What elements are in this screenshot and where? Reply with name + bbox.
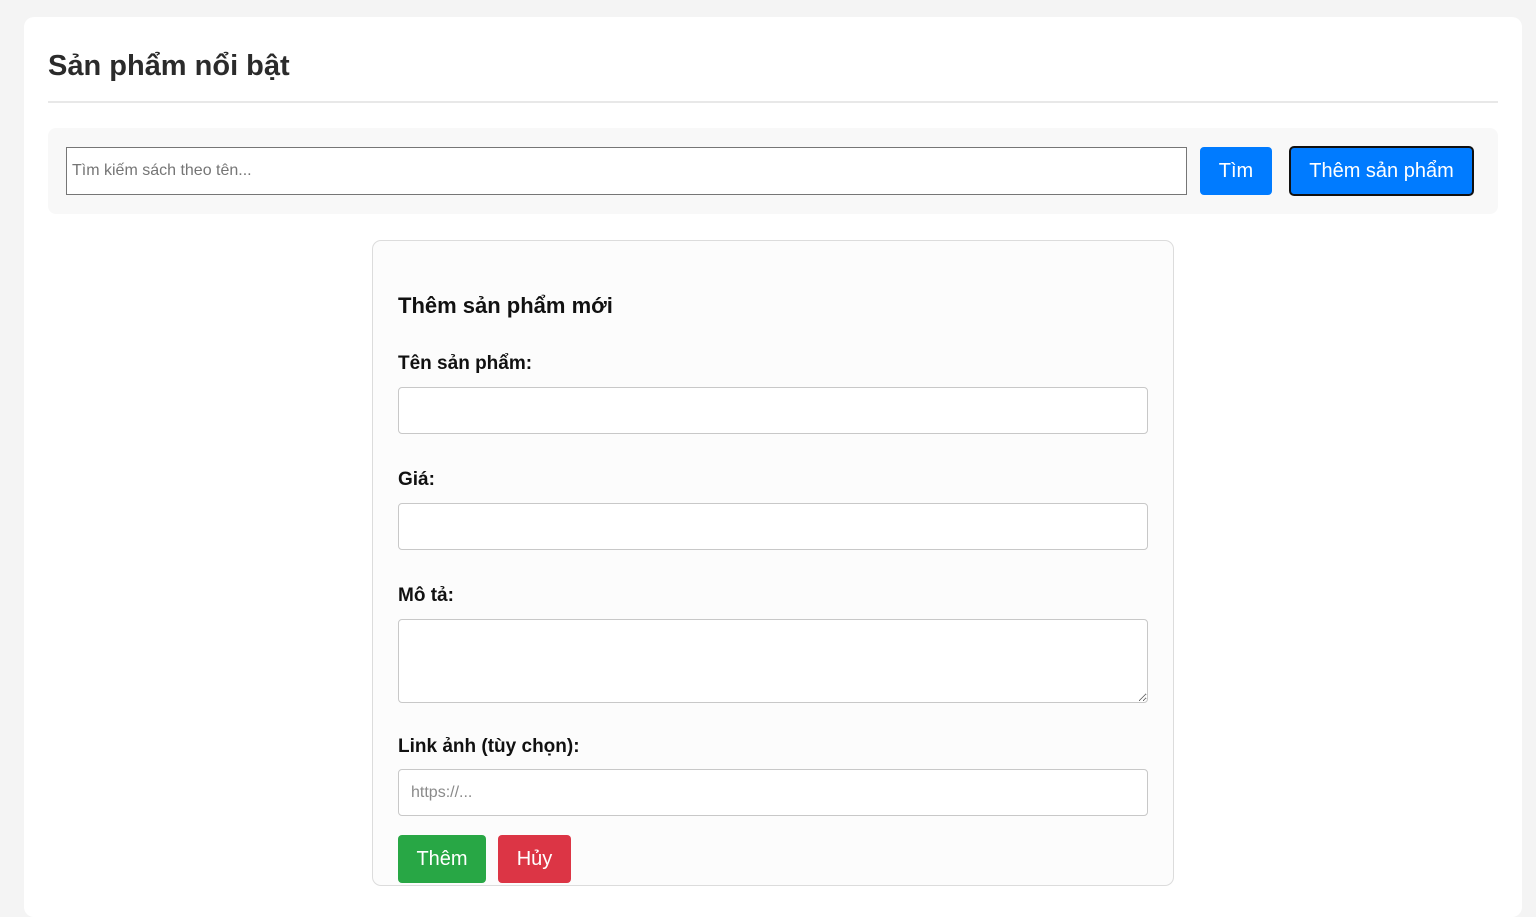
cancel-button[interactable]: Hủy [498,835,571,883]
search-input[interactable] [66,147,1187,195]
price-label: Giá: [398,469,435,490]
description-label: Mô tả: [398,585,454,606]
product-name-input[interactable] [398,387,1148,434]
image-link-label: Link ảnh (tùy chọn): [398,736,580,757]
page-title: Sản phẩm nổi bật [48,17,1498,103]
search-button[interactable]: Tìm [1200,147,1272,195]
price-input[interactable] [398,503,1148,550]
main-container: Sản phẩm nổi bật Tìm Thêm sản phẩm Thêm … [24,17,1522,917]
search-toolbar: Tìm Thêm sản phẩm [48,128,1498,214]
form-title: Thêm sản phẩm mới [398,293,613,318]
add-product-form: Thêm sản phẩm mới Tên sản phẩm: Giá: Mô … [372,240,1174,886]
product-name-label: Tên sản phẩm: [398,353,533,374]
image-link-input[interactable] [398,769,1148,816]
description-textarea[interactable] [398,619,1148,703]
submit-button[interactable]: Thêm [398,835,486,883]
add-product-button[interactable]: Thêm sản phẩm [1289,146,1474,196]
form-actions: Thêm Hủy [398,835,1148,883]
